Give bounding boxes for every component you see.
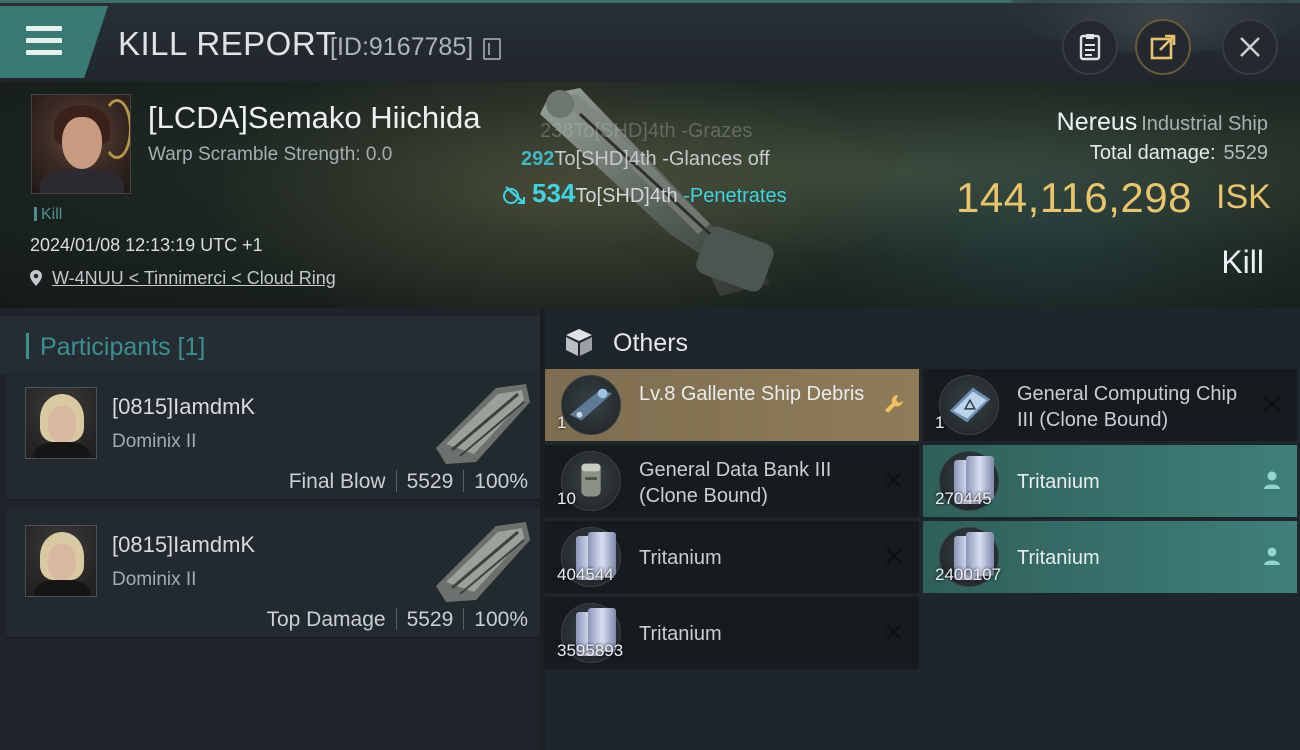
item-quantity: 1 [557, 413, 567, 432]
share-icon [1150, 34, 1176, 60]
loot-item[interactable]: 10 General Data Bank III (Clone Bound) [545, 445, 919, 517]
item-quantity: 1 [935, 413, 945, 432]
share-button[interactable] [1135, 19, 1191, 75]
item-name: Lv.8 Gallente Ship Debris [639, 383, 865, 405]
close-icon [883, 545, 905, 567]
victim-panel: [LCDA]Semako Hiichida Warp Scramble Stre… [0, 82, 1300, 308]
loot-item[interactable]: 1 General Computing Chip III (Clone Boun… [923, 369, 1297, 441]
wrench-icon[interactable] [883, 393, 905, 415]
isk-value: 144,116,298 [956, 174, 1192, 221]
hitlog-entry: 534To[SHD]4th -Penetrates [502, 178, 787, 209]
clipboard-button[interactable] [1062, 19, 1118, 75]
kill-location[interactable]: W-4NUU < Tinnimerci < Cloud Ring [30, 268, 336, 289]
critical-hit-icon [503, 186, 525, 204]
item-name: Tritanium [1017, 471, 1100, 493]
participants-title: Participants [1] [40, 333, 206, 361]
copy-icon[interactable] [483, 38, 501, 60]
kill-tag: Kill [34, 206, 62, 224]
location-link[interactable]: W-4NUU < Tinnimerci < Cloud Ring [52, 268, 336, 288]
participant-row[interactable]: [0815]IamdmK Dominix II Top Damage 5529 10… [6, 508, 540, 638]
person-icon[interactable] [1261, 545, 1283, 567]
participant-stats: Top Damage 5529 100% [266, 608, 528, 631]
participant-ship-image [436, 522, 530, 602]
participant-avatar[interactable] [25, 387, 97, 459]
participants-header: Participants [1] [0, 316, 540, 374]
total-damage: Total damage: 5529 [1089, 142, 1268, 164]
loot-item[interactable]: 270445 Tritanium [923, 445, 1297, 517]
location-pin-icon [30, 270, 42, 286]
kill-datetime: 2024/01/08 12:13:19 UTC +1 [30, 235, 263, 255]
item-quantity: 404544 [557, 565, 614, 584]
close-icon [1261, 393, 1283, 415]
hamburger-icon [26, 26, 62, 56]
participant-name: [0815]IamdmK [112, 394, 256, 419]
participants-panel: Participants [1] [0815]IamdmK Dominix II… [0, 308, 540, 750]
isk-unit: ISK [1216, 178, 1271, 216]
menu-button[interactable] [0, 6, 108, 78]
participant-ship: Dominix II [112, 569, 197, 590]
others-header: Others [545, 318, 1300, 366]
participant-ship-image [436, 384, 530, 464]
clipboard-icon [1079, 34, 1101, 61]
close-button[interactable] [1222, 19, 1278, 75]
ship-debris-icon [561, 375, 621, 435]
item-name: Tritanium [639, 623, 722, 645]
item-quantity: 3595893 [557, 641, 624, 660]
item-name: General Data Bank III (Clone Bound) [639, 459, 832, 507]
page-title: KILL REPORT [118, 25, 337, 62]
warp-scramble-strength: Warp Scramble Strength: 0.0 [148, 144, 393, 165]
victim-portrait[interactable] [31, 94, 131, 194]
others-title: Others [613, 329, 689, 357]
others-panel: Others 1 Lv.8 Gallente Ship Debris 1 Gen… [545, 308, 1300, 750]
loot-item[interactable]: 3595893 Tritanium [545, 597, 919, 669]
hitlog-entry: 238To[SHD]4th -Grazes [540, 120, 753, 142]
item-name: Tritanium [639, 547, 722, 569]
header-bar: KILL REPORT [ID:9167785] [0, 0, 1300, 82]
participant-ship: Dominix II [112, 431, 197, 452]
victim-name[interactable]: [LCDA]Semako Hiichida [148, 100, 481, 136]
item-quantity: 2400107 [935, 565, 1002, 584]
result-label: Kill [1221, 244, 1264, 280]
loot-item[interactable]: 2400107 Tritanium [923, 521, 1297, 593]
cargo-box-icon [566, 329, 592, 356]
computing-chip-icon [939, 375, 999, 435]
report-id: [ID:9167785] [330, 33, 474, 61]
person-icon[interactable] [1261, 469, 1283, 491]
participant-row[interactable]: [0815]IamdmK Dominix II Final Blow 5529 10… [6, 370, 540, 500]
loot-item[interactable]: 404544 Tritanium [545, 521, 919, 593]
victim-ship[interactable]: Nereus Industrial Ship [1057, 108, 1268, 137]
item-quantity: 270445 [935, 489, 992, 508]
hitlog-entry: 292To[SHD]4th -Glances off [521, 148, 770, 170]
item-name: Tritanium [1017, 547, 1100, 569]
item-quantity: 10 [557, 489, 576, 508]
close-icon [883, 469, 905, 491]
item-name: General Computing Chip III (Clone Bound) [1017, 383, 1238, 431]
participant-name: [0815]IamdmK [112, 532, 256, 557]
close-icon [883, 621, 905, 643]
close-icon [1240, 37, 1260, 57]
participant-avatar[interactable] [25, 525, 97, 597]
participant-stats: Final Blow 5529 100% [288, 470, 528, 493]
loot-item[interactable]: 1 Lv.8 Gallente Ship Debris [545, 369, 919, 441]
